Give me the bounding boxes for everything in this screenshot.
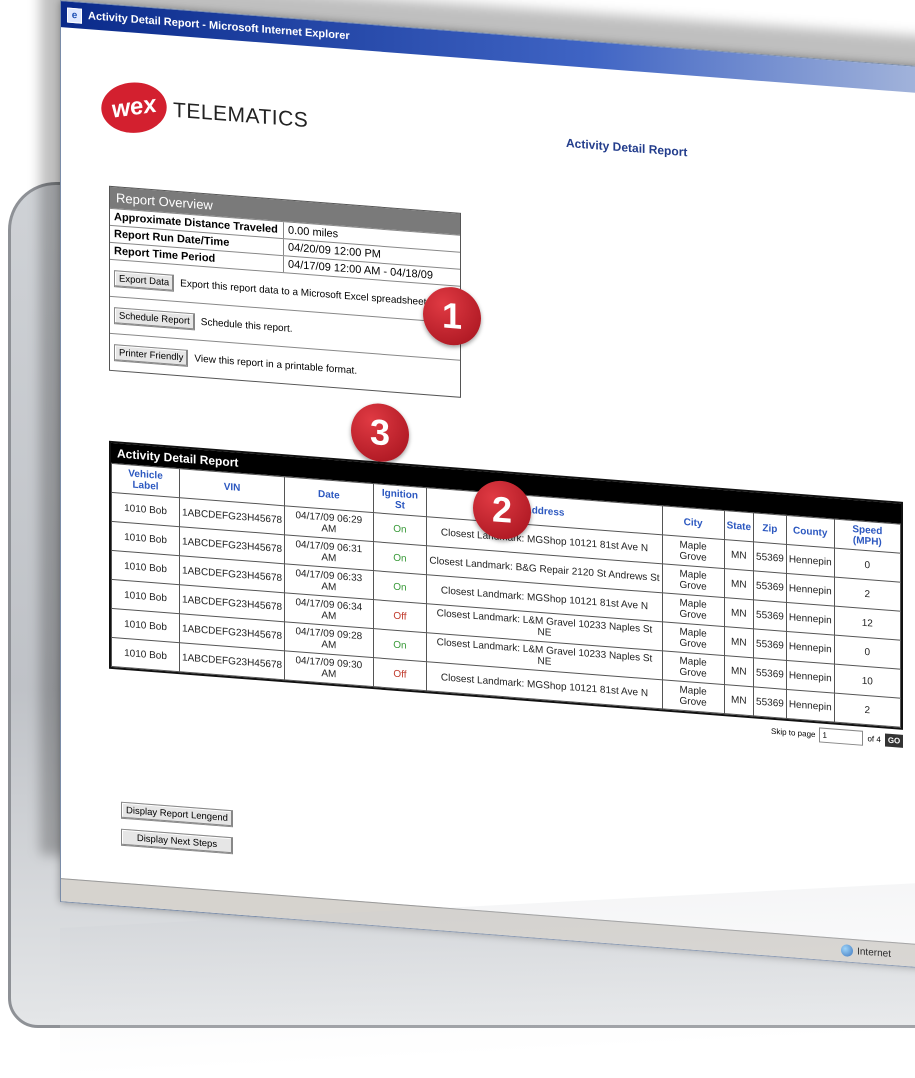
browser-window: e Activity Detail Report - Microsoft Int…: [60, 0, 915, 970]
page-number-input[interactable]: [819, 727, 864, 746]
cell-county: Hennepin: [786, 602, 835, 636]
schedule-description: Schedule this report.: [200, 316, 293, 335]
cell-speed: 2: [834, 693, 901, 728]
telematics-wordmark: TELEMATICS: [173, 98, 309, 133]
cell-state: MN: [724, 597, 754, 629]
display-legend-button[interactable]: Display Report Lengend: [121, 801, 233, 828]
ie-icon: e: [67, 7, 82, 24]
cell-state: MN: [724, 626, 754, 658]
report-overview-panel: Report Overview Approximate Distance Tra…: [109, 185, 461, 398]
cell-zip: 55369: [753, 541, 787, 574]
export-data-button[interactable]: Export Data: [114, 269, 175, 292]
cell-state: MN: [724, 568, 754, 600]
cell-vehicle: 1010 Bob: [111, 637, 180, 672]
cell-ignition: On: [373, 512, 427, 546]
cell-ignition: Off: [373, 599, 427, 633]
cell-ignition: On: [373, 541, 427, 575]
cell-city: Maple Grove: [662, 534, 725, 569]
cell-state: MN: [724, 539, 754, 571]
cell-county: Hennepin: [786, 544, 835, 578]
cell-city: Maple Grove: [662, 621, 725, 656]
schedule-report-button[interactable]: Schedule Report: [114, 306, 195, 330]
col-city[interactable]: City: [662, 505, 725, 540]
page-content: wex TELEMATICS Activity Detail Report Re…: [61, 27, 915, 969]
cell-ignition: Off: [373, 657, 427, 691]
col-county[interactable]: County: [786, 515, 835, 549]
cell-zip: 55369: [753, 628, 787, 661]
pager-label: Skip to page: [771, 726, 816, 740]
cell-county: Hennepin: [786, 573, 835, 607]
wex-logo: wex TELEMATICS: [96, 78, 309, 146]
wex-logo-mark: wex: [96, 78, 172, 137]
printer-description: View this report in a printable format.: [194, 352, 358, 377]
cell-city: Maple Grove: [662, 650, 725, 685]
cell-city: Maple Grove: [662, 592, 725, 627]
display-next-steps-button[interactable]: Display Next Steps: [121, 828, 233, 855]
cell-zip: 55369: [753, 599, 787, 632]
col-ignition[interactable]: Ignition St: [373, 483, 427, 517]
cell-date: 04/17/09 09:30 AM: [284, 650, 374, 687]
footer-buttons: Display Report Lengend Display Next Step…: [121, 801, 233, 855]
printer-friendly-button[interactable]: Printer Friendly: [114, 343, 189, 367]
page-title: Activity Detail Report: [566, 135, 688, 160]
cell-county: Hennepin: [786, 660, 835, 694]
cell-ignition: On: [373, 628, 427, 662]
cell-county: Hennepin: [786, 631, 835, 665]
cell-ignition: On: [373, 570, 427, 604]
cell-city: Maple Grove: [662, 563, 725, 598]
col-zip[interactable]: Zip: [753, 512, 787, 545]
pager-total: of 4: [867, 734, 881, 745]
cell-state: MN: [724, 684, 754, 716]
cell-city: Maple Grove: [662, 679, 725, 714]
cell-state: MN: [724, 655, 754, 687]
go-button[interactable]: GO: [884, 733, 904, 748]
callout-badge-3: 3: [351, 401, 409, 464]
cell-zip: 55369: [753, 570, 787, 603]
col-state[interactable]: State: [724, 510, 754, 542]
cell-zip: 55369: [753, 657, 787, 690]
cell-zip: 55369: [753, 686, 787, 719]
cell-county: Hennepin: [786, 689, 835, 723]
